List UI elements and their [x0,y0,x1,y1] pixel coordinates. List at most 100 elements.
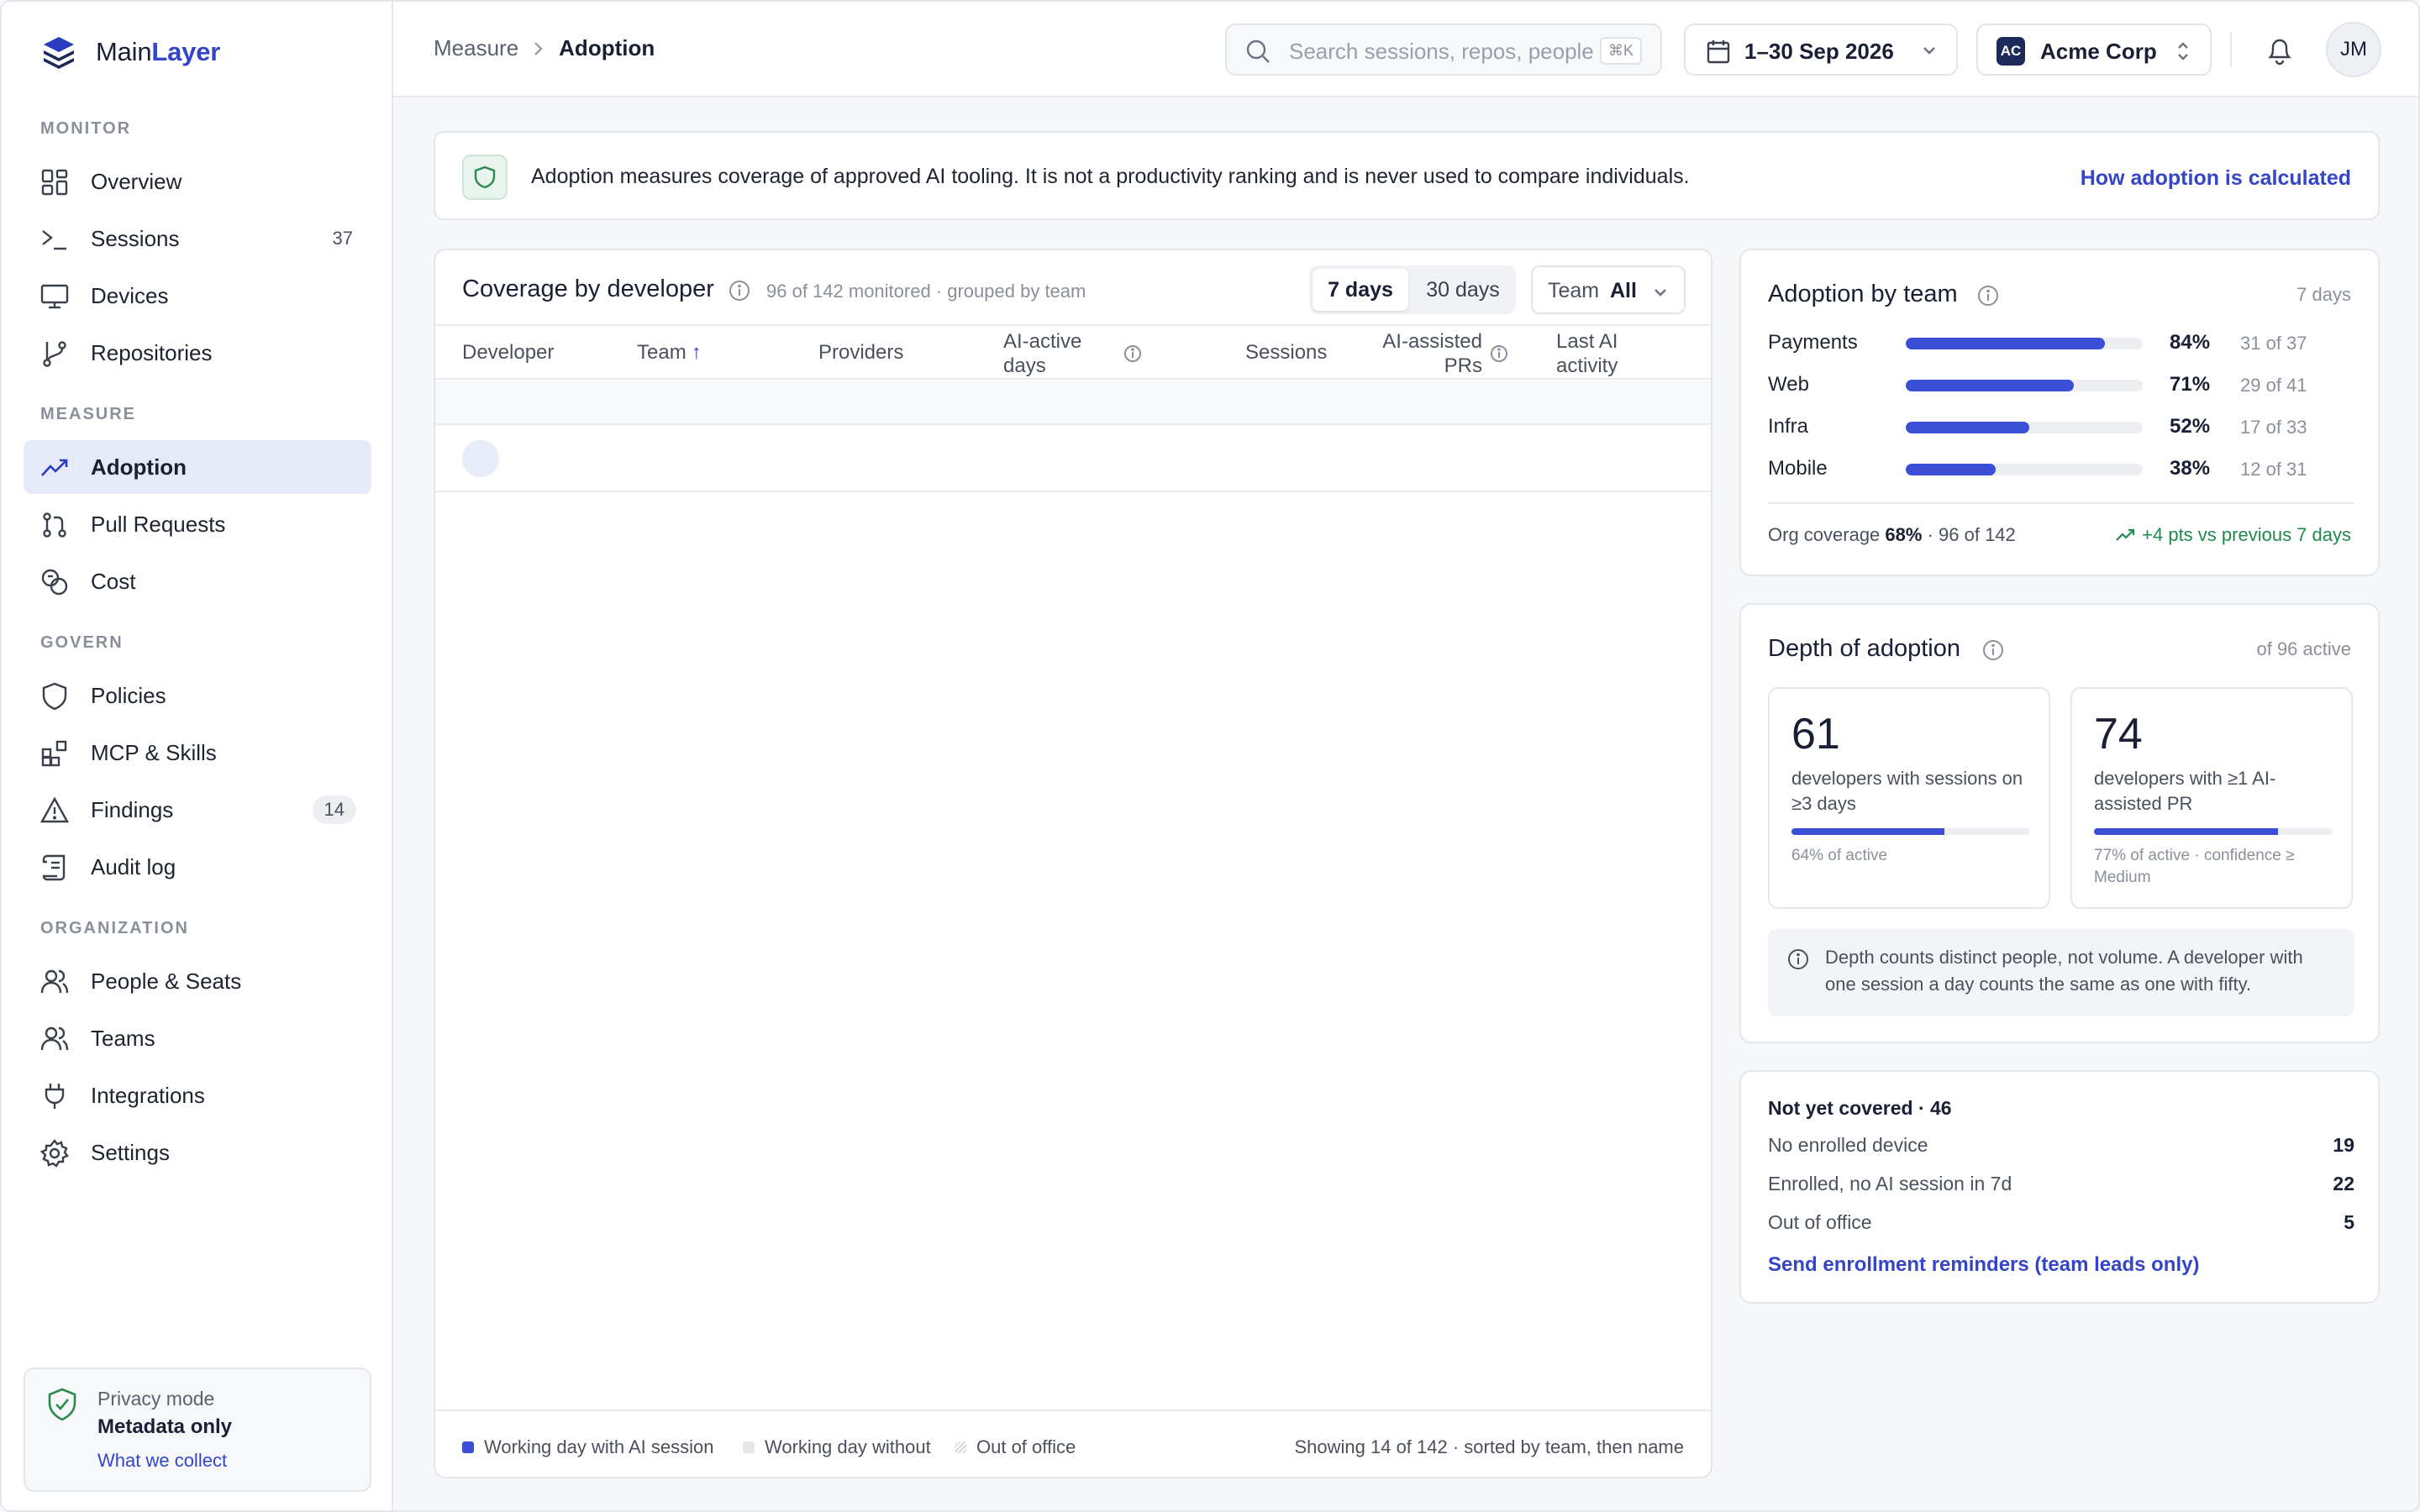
breadcrumb: Measure Adoption [434,35,655,61]
breadcrumb-measure[interactable]: Measure [434,35,518,61]
coverage-subtitle: 96 of 142 monitored · grouped by team [766,281,1086,302]
not-yet-covered-card: Not yet covered · 46 No enrolled device 1… [1739,1070,2380,1304]
sidebar-item-mcp-skills[interactable]: MCP & Skills [24,726,371,780]
send-enrollment-reminders-link[interactable]: Send enrollment reminders (team leads on… [1768,1253,2199,1277]
column-header-developer[interactable]: Developer [462,340,554,365]
shield-icon-badge [462,155,508,200]
not-covered-row: Enrolled, no AI session in 7d 22 [1768,1173,2354,1194]
coverage-by-developer-card: Coverage by developer 96 of 142 monitore… [434,249,1712,1478]
not-covered-title: Not yet covered · 46 [1768,1097,1952,1119]
showing-count: Showing 14 of 142 · sorted by team, then… [1294,1436,1684,1457]
user-avatar[interactable]: JM [2326,22,2381,77]
stat-value: 61 [1791,710,1840,759]
sidebar-item-findings[interactable]: Findings 14 [24,783,371,837]
findings-count-badge: 14 [312,795,356,824]
progress-bar [1906,422,2143,433]
sidebar-item-pull-requests[interactable]: Pull Requests [24,497,371,551]
sidebar-item-cost[interactable]: Cost [24,554,371,608]
shield-icon [42,682,67,711]
org-avatar: AC [1996,37,2025,66]
bell-icon[interactable] [2264,34,2296,66]
sidebar-item-label: People & Seats [91,968,242,994]
stat-description: developers with ≥1 AI-assisted PR [2094,768,2276,814]
column-header-ai-active-days[interactable]: AI-active days [1003,329,1081,378]
table-header: Developer Team ↑ Providers AI-active days … [435,324,1711,380]
chevron-down-icon [1923,47,1935,55]
search-icon [1246,39,1270,63]
date-range-value: 1–30 Sep 2026 [1744,39,1894,64]
sidebar-item-integrations[interactable]: Integrations [24,1068,371,1122]
team-row-infra: Infra 52% 17 of 33 [1768,415,2307,438]
brand-name: MainLayer [96,37,221,66]
avatar-placeholder [462,440,499,477]
info-icon[interactable] [1123,344,1143,364]
depth-of-adoption-card: Depth of adoption of 96 active 61 develo… [1739,603,2380,1043]
coverage-trend: +4 pts vs previous 7 days [2115,524,2351,546]
plug-icon [45,1084,65,1109]
sidebar-item-overview[interactable]: Overview [24,155,371,208]
depth-callout: Depth counts distinct people, not volume… [1768,929,2354,1016]
topbar: Measure Adoption Search sessions, repos,… [393,2,2418,97]
progress-bar [1906,338,2143,349]
range-option-30-days[interactable]: 30 days [1415,269,1511,311]
team-filter-label: Team [1548,279,1600,302]
team-group-row [435,381,1711,425]
table-row[interactable] [435,425,1711,492]
team-icon [40,1026,69,1051]
info-icon[interactable] [1489,344,1509,364]
stat-description: developers with sessions on ≥3 days [1791,768,2023,814]
legend-swatch [743,1441,755,1453]
progress-bar [1906,380,2143,391]
column-header-sessions[interactable]: Sessions [1245,340,1327,365]
sidebar-item-teams[interactable]: Teams [24,1011,371,1065]
warning-icon [40,796,69,823]
sidebar-item-label: Teams [91,1025,155,1051]
sidebar-item-sessions[interactable]: Sessions 37 [24,212,371,265]
sidebar-item-devices[interactable]: Devices [24,269,371,323]
how-adoption-calculated-link[interactable]: How adoption is calculated [2081,166,2351,191]
layers-logo-icon [44,37,74,69]
adoption-by-team-title: Adoption by team [1768,281,1958,307]
section-label-measure: MEASURE [40,405,137,423]
team-filter-select[interactable]: Team All [1531,265,1686,314]
info-icon[interactable] [728,279,751,302]
range-option-7-days[interactable]: 7 days [1313,269,1408,311]
blocks-icon [41,740,67,767]
sidebar-item-audit-log[interactable]: Audit log [24,840,371,894]
info-icon[interactable] [1976,284,2000,307]
column-header-ai-assisted-prs[interactable]: AI-assisted PRs [1375,329,1482,378]
sidebar-item-adoption[interactable]: Adoption [24,440,371,494]
sessions-count: 37 [332,228,353,249]
adoption-range: 7 days [2296,284,2351,305]
section-label-monitor: MONITOR [40,119,132,138]
search-input[interactable]: Search sessions, repos, people ⌘K [1225,24,1662,76]
sidebar-item-label: Integrations [91,1082,205,1108]
not-covered-row: No enrolled device 19 [1768,1134,2354,1156]
depth-title: Depth of adoption [1768,635,1960,662]
what-we-collect-link[interactable]: What we collect [97,1450,227,1472]
gear-icon [40,1139,69,1168]
scroll-icon [42,854,66,881]
sidebar-item-repositories[interactable]: Repositories [24,326,371,380]
chevron-up-down-icon [2178,42,2188,60]
trending-up-icon [41,459,68,476]
date-range-picker[interactable]: 1–30 Sep 2026 [1684,24,1958,76]
info-icon[interactable] [1981,638,2005,662]
brand[interactable]: MainLayer [39,32,220,72]
shield-check-icon [48,1388,76,1421]
column-header-last-ai-activity[interactable]: Last AI activity [1556,329,1618,378]
column-header-providers[interactable]: Providers [818,340,903,365]
progress-bar [1906,464,2143,475]
breadcrumb-adoption: Adoption [559,35,655,60]
sidebar-item-label: Cost [91,568,136,594]
sidebar-item-policies[interactable]: Policies [24,669,371,722]
search-shortcut: ⌘K [1599,37,1642,65]
privacy-mode-panel: Privacy mode Metadata only What we colle… [24,1368,371,1492]
column-header-team[interactable]: Team ↑ [637,340,702,365]
org-switcher[interactable]: AC Acme Corp [1976,24,2212,76]
calendar-icon [1707,40,1730,64]
not-covered-row: Out of office 5 [1768,1211,2354,1233]
sidebar-item-people-seats[interactable]: People & Seats [24,954,371,1008]
terminal-icon [42,230,66,250]
sidebar-item-settings[interactable]: Settings [24,1126,371,1179]
